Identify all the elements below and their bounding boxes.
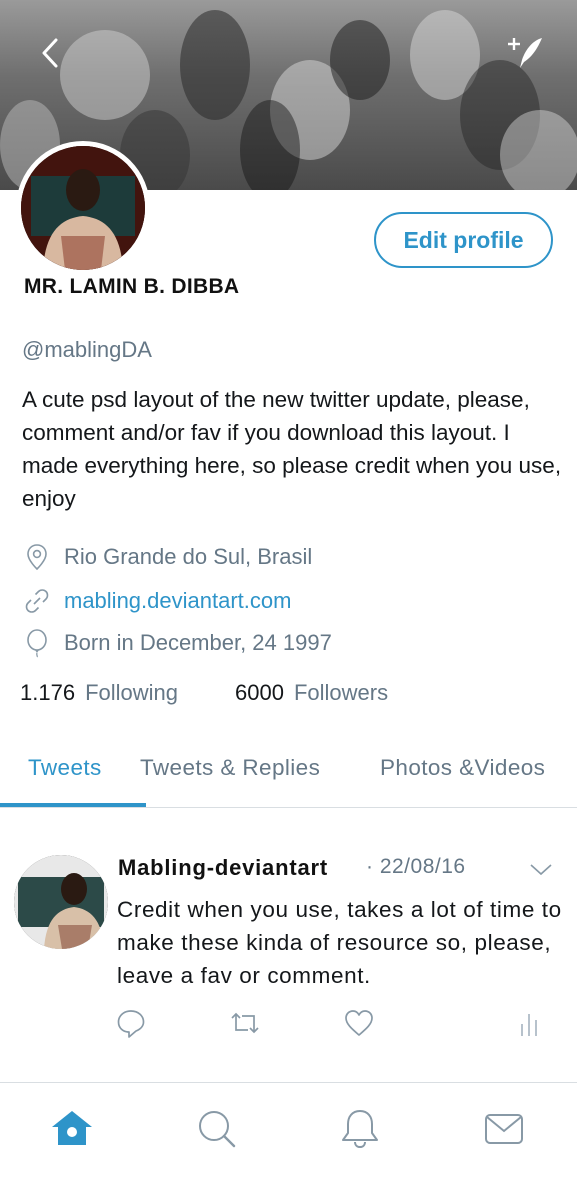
profile-tabs: Tweets Tweets & Replies Photos &Videos [0, 750, 577, 808]
following-stat[interactable]: 1.176 Following [20, 680, 178, 706]
tab-tweets-replies[interactable]: Tweets & Replies [140, 755, 320, 781]
location-row: Rio Grande do Sul, Brasil [22, 542, 312, 572]
search-icon [199, 1111, 236, 1148]
tab-tweets[interactable]: Tweets [28, 755, 102, 781]
nav-messages[interactable] [482, 1107, 526, 1151]
retweet-button[interactable] [228, 1006, 262, 1040]
user-handle: @mablingDA [22, 337, 152, 362]
website-link[interactable]: mabling.deviantart.com [64, 588, 291, 614]
tweet-avatar-photo [14, 855, 108, 949]
edit-profile-button[interactable]: Edit profile [374, 212, 553, 268]
compose-tweet-button[interactable] [506, 34, 546, 72]
back-button[interactable] [36, 34, 66, 72]
profile-avatar[interactable] [16, 141, 150, 275]
follow-stats: 1.176 Following 6000 Followers [20, 680, 388, 706]
bottom-navigation [0, 1082, 577, 1192]
followers-count: 6000 [235, 680, 284, 705]
nav-notifications[interactable] [338, 1107, 382, 1151]
tab-photos-videos[interactable]: Photos &Videos [380, 755, 545, 781]
followers-stat[interactable]: 6000 Followers [235, 680, 388, 706]
birthday-row: Born in December, 24 1997 [22, 628, 332, 658]
location-text: Rio Grande do Sul, Brasil [64, 544, 313, 569]
following-count: 1.176 [20, 680, 76, 705]
like-button[interactable] [342, 1006, 376, 1040]
analytics-icon [521, 1014, 537, 1036]
active-tab-indicator [0, 803, 146, 807]
messages-icon [485, 1114, 523, 1144]
tweet-text: Credit when you use, takes a lot of time… [117, 897, 562, 988]
website-row: mabling.deviantart.com [22, 586, 291, 616]
avatar-photo [21, 146, 145, 270]
profile-bio: A cute psd layout of the new twitter upd… [22, 387, 562, 511]
tweet-options-button[interactable] [528, 858, 554, 880]
followers-label: Followers [293, 680, 389, 705]
tweet-author[interactable]: Mabling-deviantart [118, 855, 328, 881]
home-icon [52, 1111, 92, 1145]
retweet-icon [231, 1012, 259, 1034]
like-icon [345, 1010, 373, 1036]
tweet-avatar[interactable] [14, 855, 108, 949]
following-label: Following [85, 680, 178, 705]
tweet-date: · 22/08/16 [366, 855, 466, 878]
nav-search[interactable] [195, 1107, 239, 1151]
location-pin-icon [27, 544, 47, 571]
balloon-icon [27, 629, 47, 658]
compose-tweet-icon [508, 38, 542, 68]
chevron-left-icon [42, 38, 58, 68]
analytics-button[interactable] [514, 1006, 548, 1040]
chevron-down-icon [530, 864, 552, 876]
display-name: MR. LAMIN B. DIBBA [24, 275, 240, 298]
notifications-icon [342, 1110, 378, 1149]
nav-home[interactable] [50, 1107, 94, 1151]
birthday-text: Born in December, 24 1997 [64, 630, 332, 655]
reply-button[interactable] [114, 1006, 148, 1040]
link-icon [25, 589, 49, 613]
reply-icon [117, 1010, 145, 1038]
